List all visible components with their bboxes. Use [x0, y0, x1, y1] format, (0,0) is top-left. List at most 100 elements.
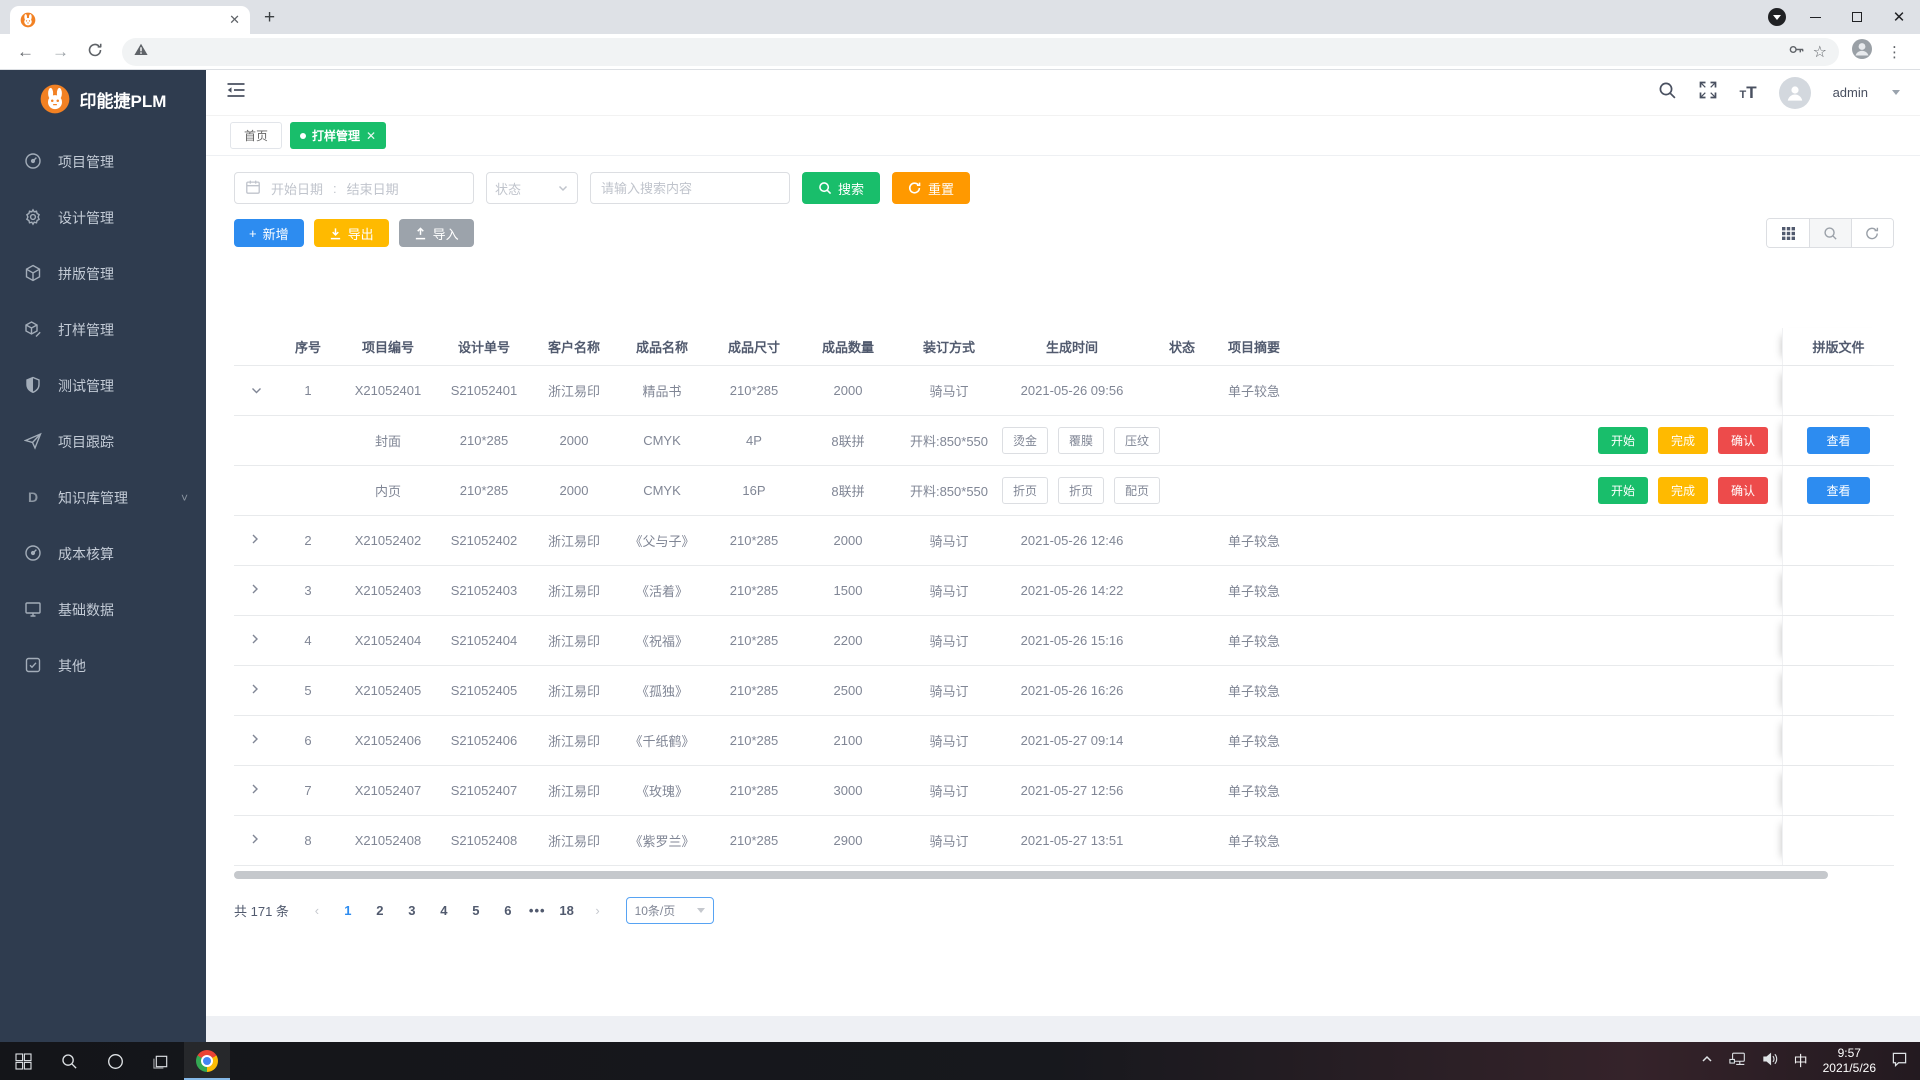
sidebar-item-project-management[interactable]: 项目管理	[0, 134, 206, 190]
sidebar-item-basic-data[interactable]: 基础数据	[0, 582, 206, 638]
page-number[interactable]: 3	[399, 898, 425, 924]
menu-kebab-icon[interactable]: ⋮	[1887, 43, 1902, 61]
avatar[interactable]	[1779, 77, 1811, 109]
horizontal-scrollbar[interactable]	[234, 871, 1894, 881]
tab-proofing-active[interactable]: 打样管理 ✕	[290, 122, 386, 149]
user-caret-icon[interactable]	[1892, 90, 1900, 95]
import-button[interactable]: 导入	[399, 219, 474, 247]
fullscreen-icon[interactable]	[1699, 81, 1717, 104]
key-icon[interactable]	[1788, 41, 1805, 63]
table-row[interactable]: 6X21052406S21052406浙江易印《千纸鹤》210*2852100骑…	[234, 716, 1894, 766]
expand-row-icon[interactable]	[234, 533, 276, 548]
tray-chevron-up-icon[interactable]	[1700, 1052, 1714, 1071]
refresh-icon[interactable]	[1851, 219, 1893, 247]
chrome-taskbar-icon[interactable]	[184, 1042, 230, 1080]
bookmark-star-icon[interactable]: ☆	[1813, 42, 1827, 62]
scrollbar-thumb[interactable]	[234, 871, 1828, 879]
tab-home[interactable]: 首页	[230, 122, 282, 149]
not-secure-icon[interactable]	[134, 43, 148, 61]
start-button[interactable]: 开始	[1598, 477, 1648, 504]
sidebar-item-testing-management[interactable]: 测试管理	[0, 358, 206, 414]
process-tag[interactable]: 折页	[1002, 477, 1048, 504]
tab-close-icon[interactable]: ✕	[229, 12, 240, 28]
cortana-icon[interactable]	[92, 1042, 138, 1080]
tab-close-icon[interactable]: ✕	[366, 129, 376, 143]
process-tag[interactable]: 覆膜	[1058, 427, 1104, 454]
sidebar-collapse-icon[interactable]	[226, 81, 246, 104]
process-tag[interactable]: 压纹	[1114, 427, 1160, 454]
page-number[interactable]: 1	[335, 898, 361, 924]
expand-row-icon[interactable]	[234, 583, 276, 598]
page-ellipsis[interactable]: •••	[529, 903, 546, 918]
process-tag[interactable]: 配页	[1114, 477, 1160, 504]
confirm-button[interactable]: 确认	[1718, 477, 1768, 504]
window-maximize-button[interactable]	[1836, 0, 1878, 34]
window-close-button[interactable]: ✕	[1878, 0, 1920, 34]
expand-row-icon[interactable]	[234, 633, 276, 648]
table-row[interactable]: 2X21052402S21052402浙江易印《父与子》210*2852000骑…	[234, 516, 1894, 566]
table-row[interactable]: 7X21052407S21052407浙江易印《玫瑰》210*2853000骑马…	[234, 766, 1894, 816]
collapse-row-icon[interactable]	[234, 383, 276, 398]
sidebar-item-other[interactable]: 其他	[0, 638, 206, 694]
view-button[interactable]: 查看	[1807, 427, 1869, 454]
table-row[interactable]: 1X21052401S21052401浙江易印精品书210*2852000骑马订…	[234, 366, 1894, 416]
status-select[interactable]: 状态	[486, 172, 578, 204]
page-number[interactable]: 5	[463, 898, 489, 924]
start-button[interactable]: 开始	[1598, 427, 1648, 454]
start-button[interactable]	[0, 1042, 46, 1080]
sidebar-item-proofing-management[interactable]: 打样管理	[0, 302, 206, 358]
page-number[interactable]: 2	[367, 898, 393, 924]
volume-icon[interactable]	[1762, 1051, 1779, 1072]
page-number[interactable]: 6	[495, 898, 521, 924]
date-end-placeholder[interactable]: 结束日期	[347, 179, 399, 198]
view-button[interactable]: 查看	[1807, 477, 1869, 504]
forward-icon[interactable]: →	[52, 43, 69, 60]
search-icon[interactable]	[1658, 81, 1677, 105]
table-row[interactable]: 5X21052405S21052405浙江易印《孤独》210*2852500骑马…	[234, 666, 1894, 716]
browser-tab[interactable]: ✕	[10, 6, 250, 34]
page-size-select[interactable]: 10条/页	[626, 897, 714, 924]
ime-indicator[interactable]: 中	[1794, 1051, 1808, 1071]
search-field[interactable]	[590, 172, 790, 204]
profile-icon[interactable]	[1851, 38, 1873, 65]
task-view-icon[interactable]	[138, 1042, 184, 1080]
export-button[interactable]: 导出	[314, 219, 389, 247]
sidebar-item-cost-accounting[interactable]: 成本核算	[0, 526, 206, 582]
sidebar-item-knowledge-base[interactable]: D知识库管理˅	[0, 470, 206, 526]
prev-page-icon[interactable]: ‹	[305, 903, 329, 918]
media-controls-icon[interactable]	[1768, 8, 1786, 26]
confirm-button[interactable]: 确认	[1718, 427, 1768, 454]
table-row[interactable]: 4X21052404S21052404浙江易印《祝福》210*2852200骑马…	[234, 616, 1894, 666]
expand-row-icon[interactable]	[234, 833, 276, 848]
date-start-placeholder[interactable]: 开始日期	[271, 179, 323, 198]
page-number[interactable]: 4	[431, 898, 457, 924]
sidebar-item-imposition-management[interactable]: 拼版管理	[0, 246, 206, 302]
reload-icon[interactable]	[87, 42, 103, 61]
action-center-icon[interactable]	[1891, 1051, 1908, 1072]
next-page-icon[interactable]: ›	[586, 903, 610, 918]
date-range-picker[interactable]: 开始日期 : 结束日期	[234, 172, 474, 204]
add-button[interactable]: + 新增	[234, 219, 304, 247]
process-tag[interactable]: 折页	[1058, 477, 1104, 504]
address-bar[interactable]: ☆	[122, 38, 1839, 66]
reset-button[interactable]: 重置	[892, 172, 970, 204]
network-icon[interactable]	[1729, 1051, 1747, 1072]
process-tag[interactable]: 烫金	[1002, 427, 1048, 454]
grid-view-icon[interactable]	[1767, 219, 1809, 247]
expand-row-icon[interactable]	[234, 733, 276, 748]
expand-row-icon[interactable]	[234, 683, 276, 698]
taskbar-search-icon[interactable]	[46, 1042, 92, 1080]
new-tab-button[interactable]: +	[264, 8, 275, 27]
search-input[interactable]	[601, 181, 779, 196]
finish-button[interactable]: 完成	[1658, 427, 1708, 454]
sidebar-item-design-management[interactable]: 设计管理	[0, 190, 206, 246]
window-minimize-button[interactable]	[1794, 0, 1836, 34]
search-button[interactable]: 搜索	[802, 172, 880, 204]
page-number[interactable]: 18	[554, 898, 580, 924]
sidebar-item-project-tracking[interactable]: 项目跟踪	[0, 414, 206, 470]
finish-button[interactable]: 完成	[1658, 477, 1708, 504]
back-icon[interactable]: ←	[17, 43, 34, 60]
column-search-icon[interactable]	[1809, 219, 1851, 247]
table-row[interactable]: 8X21052408S21052408浙江易印《紫罗兰》210*2852900骑…	[234, 816, 1894, 866]
expand-row-icon[interactable]	[234, 783, 276, 798]
